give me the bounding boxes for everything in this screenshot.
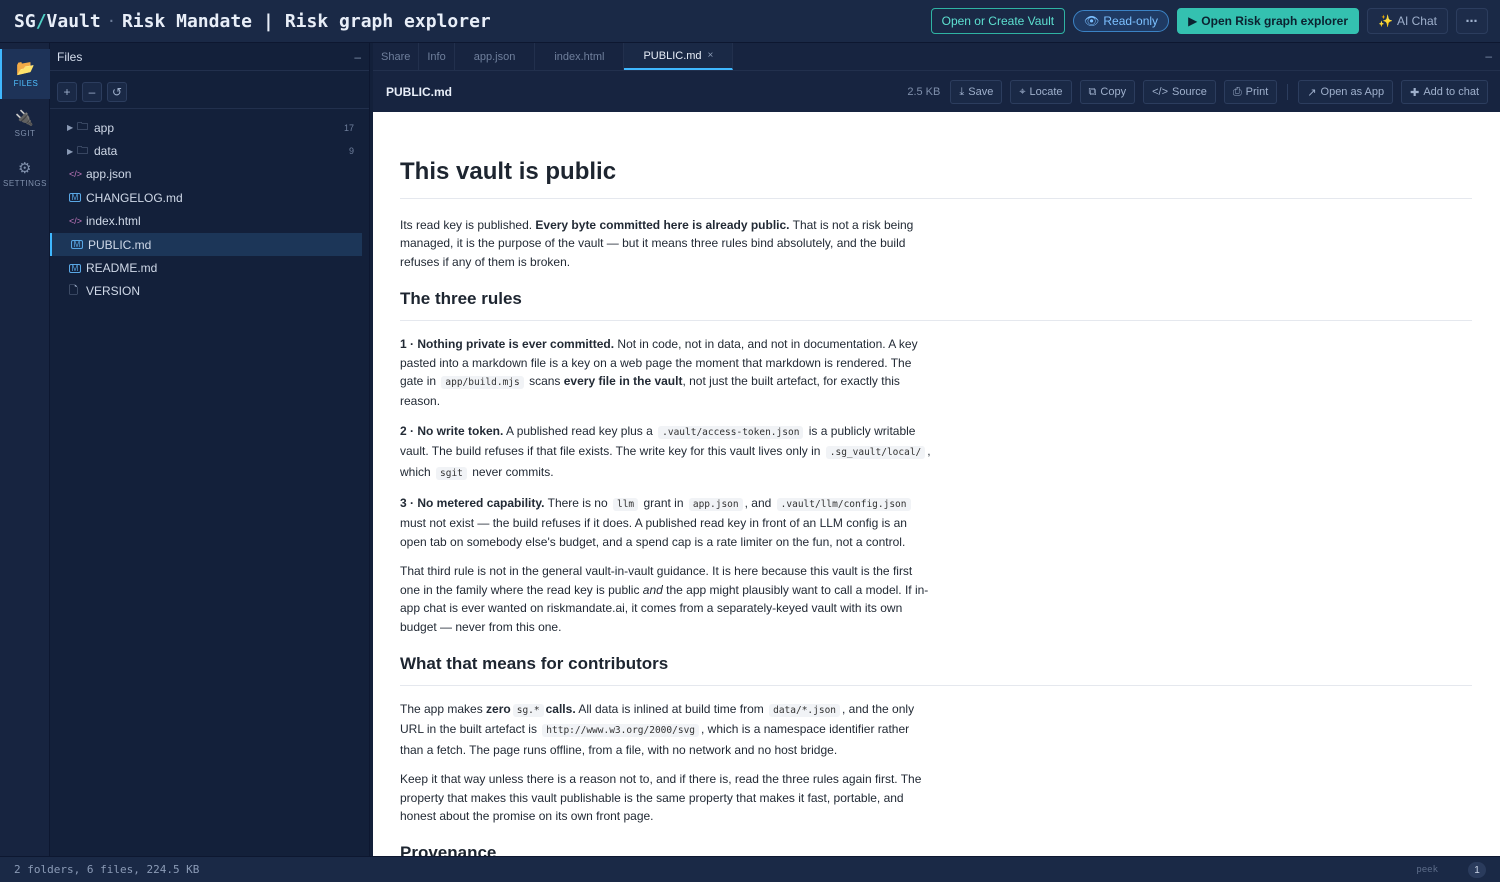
- doc-heading-contributors: What that means for contributors: [400, 654, 1472, 686]
- rail-files[interactable]: 📂 FILES: [0, 49, 50, 99]
- tab-info[interactable]: Info: [419, 43, 455, 70]
- doc-rule-1: 1 · Nothing private is ever committed. N…: [400, 337, 918, 409]
- tab-public-md[interactable]: PUBLIC.md ×: [624, 43, 734, 70]
- tab-app-json[interactable]: app.json: [455, 43, 536, 70]
- document-toolbar: PUBLIC.md 2.5 KB ⤓ Save ⌖ Locate ⧉ Copy …: [373, 71, 1500, 112]
- close-icon[interactable]: ×: [708, 50, 714, 61]
- delete-file-button[interactable]: –: [82, 82, 102, 102]
- chevron-right-icon: ▶: [67, 146, 74, 156]
- copy-button[interactable]: ⧉ Copy: [1079, 80, 1136, 104]
- locate-button[interactable]: ⌖ Locate: [1010, 80, 1072, 104]
- add-to-chat-button[interactable]: ✚ Add to chat: [1401, 80, 1488, 104]
- markdown-file-icon: M: [69, 263, 81, 273]
- files-panel-title: Files: [57, 49, 83, 64]
- doc-intro-paragraph: Its read key is published. Every byte co…: [400, 218, 914, 269]
- tree-folder-data[interactable]: ▶ 🗀 data 9: [50, 139, 362, 162]
- peek-label[interactable]: peek: [1416, 865, 1438, 875]
- tree-file-index-html[interactable]: </> index.html: [50, 210, 362, 233]
- tabs-minimize[interactable]: –: [1485, 49, 1492, 63]
- brand-sg: SG: [14, 10, 36, 32]
- doc-heading-1: This vault is public: [400, 158, 1472, 199]
- app-title: SG / Vault · Risk Mandate | Risk graph e…: [0, 11, 491, 32]
- vault-name: Risk Mandate: [121, 10, 252, 32]
- chevron-right-icon: ▶: [67, 123, 74, 133]
- brand-dot: ·: [107, 14, 115, 28]
- plus-icon: ✚: [1410, 86, 1420, 99]
- page-title: Risk graph explorer: [284, 10, 491, 32]
- brand-vault: Vault: [46, 10, 101, 32]
- activity-rail: 📂 FILES 🔌 SGIT ⚙ SETTINGS: [0, 43, 50, 856]
- code-file-icon: </>: [69, 216, 83, 227]
- brand-slash: /: [35, 10, 47, 32]
- folder-count: 17: [343, 122, 354, 133]
- tab-index-html[interactable]: index.html: [535, 43, 625, 70]
- download-icon: ⤓: [959, 85, 965, 98]
- markdown-file-icon: M: [71, 240, 83, 250]
- file-size: 2.5 KB: [907, 86, 941, 98]
- doc-heading-three-rules: The three rules: [400, 289, 1472, 322]
- status-summary: 2 folders, 6 files, 224.5 KB: [14, 863, 200, 876]
- doc-heading-provenance: Provenance: [400, 843, 1472, 856]
- code-file-icon: </>: [69, 169, 83, 180]
- notification-badge[interactable]: 1: [1468, 862, 1486, 878]
- document-filename: PUBLIC.md: [386, 84, 452, 99]
- doc-contrib-paragraph: The app makes zero sg.* calls. All data is…: [400, 701, 915, 757]
- save-button[interactable]: ⤓ Save: [950, 80, 1003, 104]
- external-link-icon: ↗: [1307, 86, 1317, 99]
- files-panel-minimize[interactable]: –: [354, 50, 361, 64]
- doc-third-rule-paragraph: That third rule is not in the general va…: [400, 564, 929, 634]
- app-header: SG / Vault · Risk Mandate | Risk graph e…: [0, 0, 1500, 43]
- editor-tabs: Share Info app.json index.html PUBLIC.md…: [373, 43, 1500, 71]
- title-separator: |: [263, 10, 274, 32]
- new-file-button[interactable]: +: [57, 82, 77, 102]
- tree-file-version[interactable]: 🗋 VERSION: [50, 280, 362, 303]
- sparkle-icon: ✨: [1378, 14, 1393, 28]
- document-viewer: This vault is public Its read key is pub…: [373, 112, 1500, 856]
- source-button[interactable]: </> Source: [1143, 80, 1216, 104]
- printer-icon: ⎙: [1232, 85, 1242, 98]
- read-only-badge[interactable]: 👁 Read-only: [1073, 10, 1170, 32]
- code-icon: </>: [1152, 86, 1168, 98]
- doc-rule-2: 2 · No write token. A published read key…: [400, 423, 931, 480]
- status-bar: 2 folders, 6 files, 224.5 KB peek 1: [0, 856, 1500, 882]
- eye-icon: 👁: [1084, 14, 1100, 28]
- tree-file-readme[interactable]: M README.md: [50, 256, 362, 279]
- tree-file-changelog[interactable]: M CHANGELOG.md: [50, 186, 362, 209]
- locate-icon: ⌖: [1019, 85, 1026, 98]
- rail-settings[interactable]: ⚙ SETTINGS: [0, 149, 50, 199]
- folder-count: 9: [348, 146, 354, 157]
- folder-icon: 🗀: [77, 121, 88, 134]
- file-tree: ▶ 🗀 app 17 ▶ 🗀 data 9 </> app.json M CHA…: [50, 109, 369, 303]
- tab-share[interactable]: Share: [373, 43, 420, 70]
- tree-file-public-md[interactable]: M PUBLIC.md: [50, 232, 362, 257]
- ai-chat-button[interactable]: ✨ AI Chat: [1367, 8, 1448, 34]
- doc-keep-paragraph: Keep it that way unless there is a reaso…: [400, 772, 922, 823]
- doc-rule-3: 3 · No metered capability. There is no l…: [400, 494, 932, 551]
- gear-icon: ⚙: [18, 159, 32, 177]
- markdown-file-icon: M: [69, 193, 81, 203]
- more-icon: ⋯: [1465, 14, 1479, 28]
- refresh-button[interactable]: ↺: [107, 82, 127, 102]
- folder-open-icon: 📂: [16, 59, 36, 77]
- files-toolbar: + – ↺: [50, 71, 369, 109]
- open-as-app-button[interactable]: ↗ Open as App: [1298, 80, 1394, 104]
- plug-icon: 🔌: [15, 109, 35, 127]
- tree-file-app-json[interactable]: </> app.json: [50, 163, 362, 186]
- rail-sgit[interactable]: 🔌 SGIT: [0, 99, 50, 149]
- play-icon: ▶: [1188, 14, 1198, 28]
- toolbar-divider: [1287, 84, 1289, 100]
- file-icon: 🗋: [69, 284, 78, 297]
- folder-icon: 🗀: [77, 144, 88, 157]
- copy-icon: ⧉: [1088, 85, 1097, 98]
- more-menu-button[interactable]: ⋯: [1456, 8, 1488, 34]
- open-explorer-button[interactable]: ▶ Open Risk graph explorer: [1177, 8, 1360, 34]
- files-panel: Files – + – ↺ ▶ 🗀 app 17 ▶ 🗀 data 9 </> …: [50, 43, 370, 856]
- files-panel-header: Files –: [50, 43, 369, 71]
- print-button[interactable]: ⎙ Print: [1223, 80, 1278, 104]
- tree-folder-app[interactable]: ▶ 🗀 app 17: [50, 116, 362, 139]
- open-or-create-vault-button[interactable]: Open or Create Vault: [930, 8, 1066, 34]
